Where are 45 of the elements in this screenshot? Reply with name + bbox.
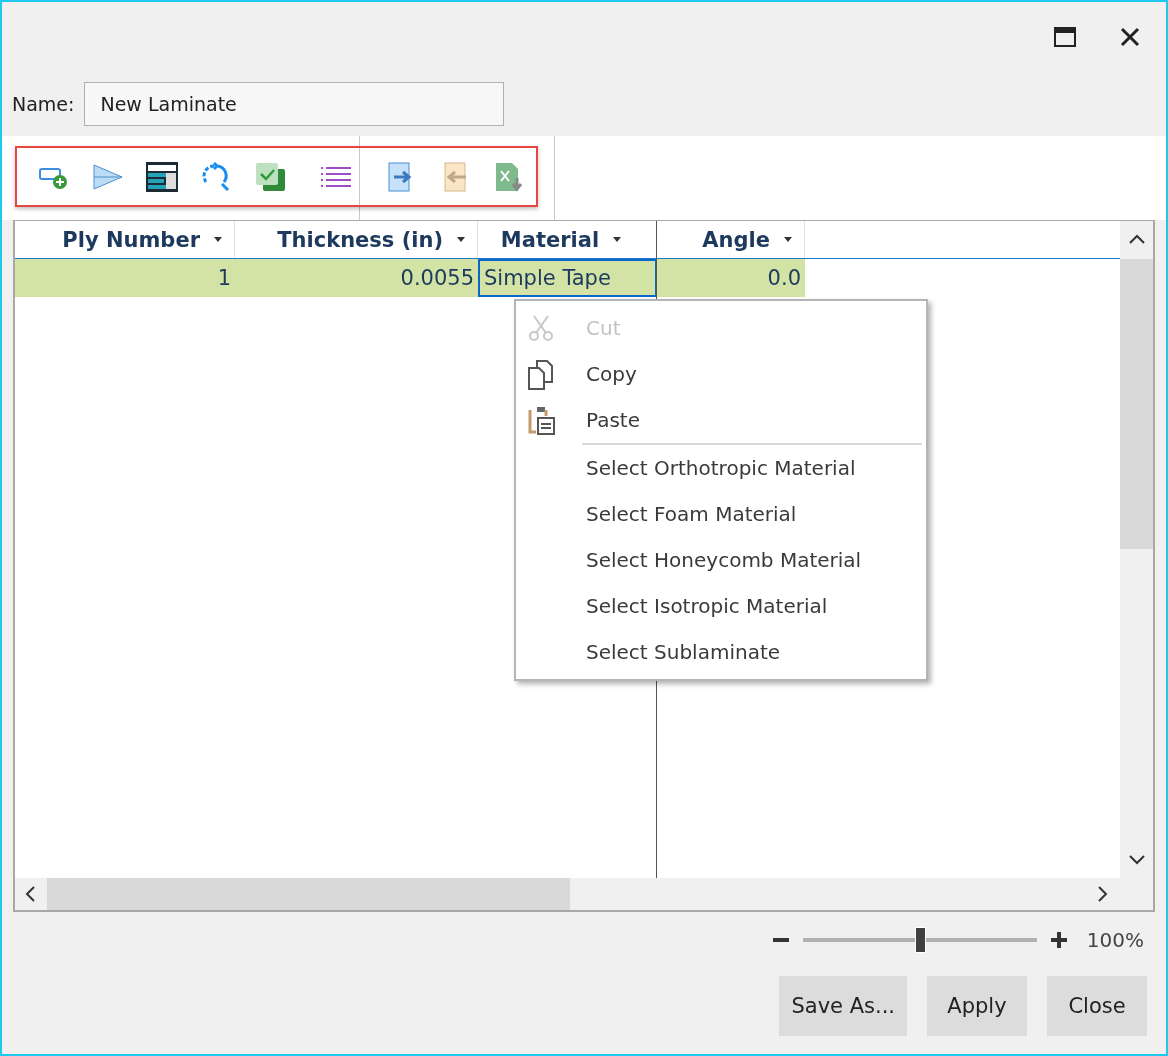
dropdown-caret-icon[interactable] — [457, 237, 465, 242]
close-icon[interactable] — [1120, 27, 1140, 47]
zoom-in-icon[interactable] — [1050, 932, 1067, 948]
triangle-icon[interactable] — [93, 163, 124, 190]
maximize-icon[interactable] — [1054, 27, 1076, 47]
list-icon[interactable] — [320, 164, 351, 189]
table-cell[interactable]: Simple Tape — [478, 259, 657, 297]
zoom-percentage: 100% — [1086, 928, 1144, 952]
dropdown-caret-icon[interactable] — [214, 237, 222, 242]
horizontal-scrollbar[interactable] — [15, 878, 1120, 910]
vertical-scrollbar[interactable] — [1120, 221, 1153, 910]
menu-item[interactable]: Paste — [518, 397, 924, 443]
dialog-button[interactable]: Save As... — [779, 976, 907, 1036]
menu-item[interactable]: Select Foam Material — [518, 491, 924, 537]
column-header[interactable]: Thickness (in) — [235, 221, 478, 258]
checkbox-icon[interactable] — [254, 161, 287, 192]
menu-item[interactable]: Select Orthotropic Material — [518, 445, 924, 491]
menu-item[interactable]: Select Honeycomb Material — [518, 537, 924, 583]
slider-thumb[interactable] — [914, 927, 926, 953]
name-label: Name: — [12, 93, 75, 115]
scrollbar-thumb[interactable] — [1120, 259, 1153, 549]
menu-item[interactable]: Select Sublaminate — [518, 629, 924, 675]
dialog-button[interactable]: Close — [1047, 976, 1147, 1036]
scissors-icon — [528, 314, 554, 342]
menu-item[interactable]: Copy — [518, 351, 924, 397]
table-icon[interactable] — [146, 161, 179, 192]
zoom-out-icon[interactable] — [772, 938, 789, 942]
table-cell[interactable]: 1 — [15, 259, 235, 297]
clipboard-icon — [528, 406, 556, 436]
column-header[interactable]: Ply Number — [15, 221, 235, 258]
table-cell[interactable]: 0.0055 — [235, 259, 478, 297]
dropdown-caret-icon[interactable] — [784, 237, 792, 242]
spreadsheet-download-icon[interactable] — [494, 161, 523, 192]
dialog-button[interactable]: Apply — [927, 976, 1027, 1036]
import-arrow-icon[interactable] — [387, 161, 414, 192]
scroll-right-icon[interactable] — [1098, 886, 1108, 902]
scrollbar-thumb[interactable] — [47, 878, 570, 910]
menu-item[interactable]: Select Isotropic Material — [518, 583, 924, 629]
table-cell[interactable]: 0.0 — [657, 259, 805, 297]
copy-icon — [528, 360, 554, 390]
scroll-up-icon[interactable] — [1128, 234, 1145, 244]
scroll-left-icon[interactable] — [25, 886, 35, 902]
scroll-down-icon[interactable] — [1128, 855, 1145, 865]
dropdown-caret-icon[interactable] — [613, 237, 622, 242]
name-field[interactable]: New Laminate — [84, 82, 505, 126]
